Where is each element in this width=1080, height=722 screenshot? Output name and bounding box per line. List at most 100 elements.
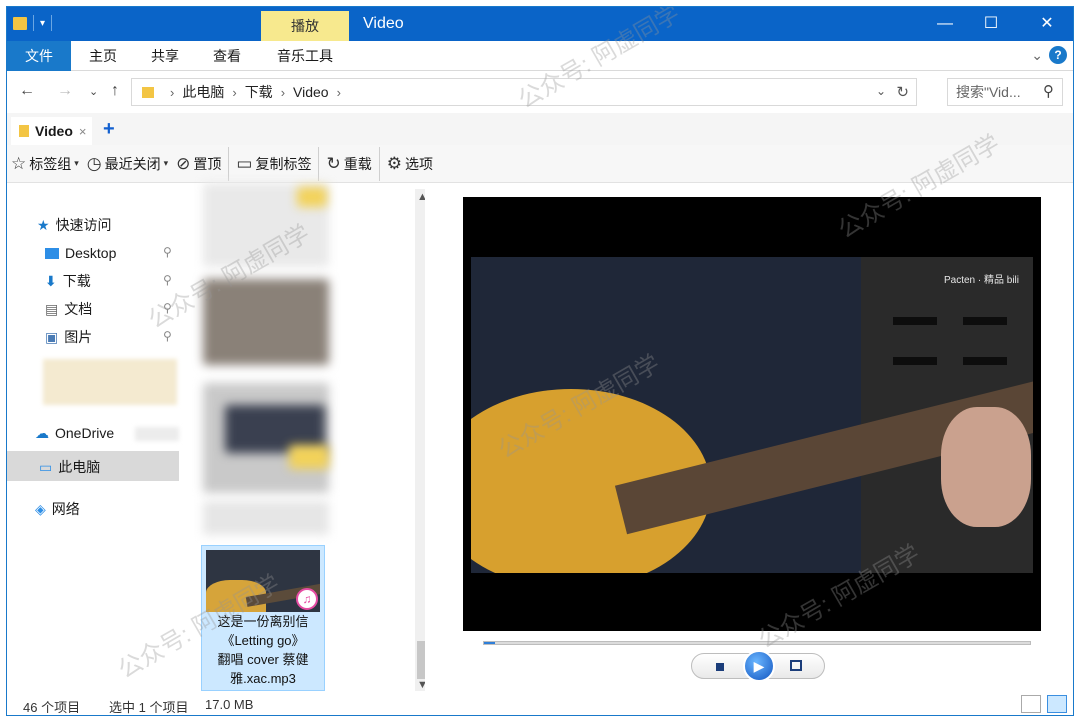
video-player[interactable]: Pacten · 精品 bili <box>463 197 1041 631</box>
file-thumbnail: ♫ <box>206 550 320 612</box>
pin-icon[interactable]: ⚲ <box>163 273 172 287</box>
forward-icon[interactable]: → <box>57 82 73 100</box>
file-item-selected[interactable]: ♫ 这是一份离别信 《Letting go》 翻唱 cover 蔡健 雅.xac… <box>201 545 325 691</box>
selection-size: 17.0 MB <box>205 697 254 712</box>
folder-icon <box>142 86 154 98</box>
nav-onedrive[interactable]: ☁ OneDrive <box>35 419 114 447</box>
nav-network[interactable]: ◈ 网络 <box>35 495 80 523</box>
pin-tab-button[interactable]: ⊘ 置顶 <box>172 145 225 183</box>
tab-file[interactable]: 文件 <box>7 41 71 71</box>
duplicate-tab-button[interactable]: ▭ 复制标签 <box>232 145 315 183</box>
chevron-down-icon[interactable]: ⌄ <box>876 84 886 98</box>
recently-closed-button[interactable]: ◷ 最近关闭 ▾ <box>83 145 172 183</box>
tab-play-context[interactable]: 播放 <box>261 11 349 41</box>
large-icons-view-icon[interactable] <box>1047 695 1067 713</box>
address-bar[interactable]: › 此电脑 › 下载 › Video › ⌄ ↻ <box>131 78 917 106</box>
folder-icon[interactable] <box>13 16 27 30</box>
tab-share[interactable]: 共享 <box>137 41 193 71</box>
item-count: 46 个项目 <box>23 700 81 715</box>
stop-icon[interactable] <box>716 663 724 671</box>
tab-label: Video <box>35 123 73 139</box>
pin-icon[interactable]: ⚲ <box>163 329 172 343</box>
breadcrumb-separator-icon[interactable]: › <box>281 85 285 100</box>
playback-controls: ▶ <box>691 650 825 682</box>
blurred-nav-items <box>43 359 177 405</box>
tab-home[interactable]: 主页 <box>75 41 131 71</box>
breadcrumb-this-pc[interactable]: 此电脑 <box>182 82 224 102</box>
nav-label: 此电脑 <box>58 459 101 475</box>
wall-slot <box>893 317 937 325</box>
tab-view[interactable]: 查看 <box>199 41 255 71</box>
up-icon[interactable]: ↑ <box>111 82 119 100</box>
nav-label: 图片 <box>64 329 93 345</box>
quick-access-toolbar: ▾ <box>13 15 53 31</box>
close-button[interactable]: ✕ <box>1019 7 1073 41</box>
chevron-down-icon: ▾ <box>163 158 169 168</box>
file-list: ♫ 这是一份离别信 《Letting go》 翻唱 cover 蔡健 雅.xac… <box>185 183 433 693</box>
details-view-icon[interactable] <box>1021 695 1041 713</box>
nav-pictures[interactable]: ▣ 图片 <box>45 323 92 351</box>
reload-icon: ↻ <box>326 153 341 173</box>
customize-toolbar-icon[interactable]: ▾ <box>40 18 45 29</box>
music-note-icon: ♫ <box>296 588 318 610</box>
pin-icon[interactable]: ⚲ <box>163 301 172 315</box>
play-button[interactable]: ▶ <box>743 650 775 682</box>
search-input[interactable]: 搜索"Vid... ⚲ <box>947 78 1063 106</box>
close-tab-icon[interactable]: × <box>79 124 87 139</box>
nav-label: 下载 <box>62 273 91 289</box>
nav-label: Desktop <box>65 245 117 261</box>
add-tab-icon[interactable]: + <box>103 119 115 139</box>
nav-label: 快速访问 <box>55 217 112 233</box>
explorer-window: ▾ 播放 Video — ☐ ✕ 文件 主页 共享 查看 音乐工具 ⌄ ? ← … <box>6 6 1074 716</box>
clock-icon: ◷ <box>86 153 102 173</box>
reload-button[interactable]: ↻ 重载 <box>322 145 375 183</box>
divider <box>228 146 230 181</box>
file-name: 这是一份离别信 《Letting go》 翻唱 cover 蔡健 雅.xac.m… <box>202 612 324 688</box>
file-name-line: 翻唱 cover 蔡健 <box>217 652 309 667</box>
chevron-down-icon: ▾ <box>74 158 79 168</box>
divider <box>378 146 380 181</box>
title-bar: ▾ 播放 Video — ☐ ✕ <box>7 7 1073 41</box>
nav-quick-access[interactable]: ★ 快速访问 <box>37 211 112 239</box>
nav-downloads[interactable]: ⬇ 下载 <box>45 267 91 295</box>
pictures-icon: ▣ <box>45 329 59 345</box>
tab-groups-button[interactable]: ☆ 标签组 ▾ <box>7 145 83 183</box>
pin-icon: ⊘ <box>176 153 191 173</box>
options-label: 选项 <box>404 155 433 172</box>
help-icon[interactable]: ? <box>1049 46 1067 64</box>
nav-label: 文档 <box>64 301 93 317</box>
refresh-icon[interactable]: ↻ <box>896 83 909 101</box>
file-name-line: 这是一份离别信 <box>217 614 309 629</box>
seek-bar[interactable] <box>483 641 1031 645</box>
tab-music-tools[interactable]: 音乐工具 <box>263 41 347 71</box>
breadcrumb-video[interactable]: Video <box>293 84 329 100</box>
file-thumbnail[interactable] <box>203 501 329 535</box>
fullscreen-icon[interactable] <box>790 660 802 671</box>
recent-locations-icon[interactable]: ⌄ <box>89 85 98 98</box>
breadcrumb-separator-icon[interactable]: › <box>232 85 236 100</box>
network-icon: ◈ <box>35 501 46 517</box>
preview-pane: Pacten · 精品 bili ▶ <box>425 183 1073 691</box>
pin-icon[interactable]: ⚲ <box>163 245 172 259</box>
divider <box>51 15 53 31</box>
file-thumbnail[interactable] <box>203 279 329 365</box>
search-icon[interactable]: ⚲ <box>1043 79 1054 105</box>
qttabbar-toolbar: ☆ 标签组 ▾ ◷ 最近关闭 ▾ ⊘ 置顶 ▭ 复制标签 ↻ 重载 ⚙ 选项 <box>7 145 1073 183</box>
maximize-button[interactable]: ☐ <box>963 7 1019 41</box>
ribbon-tabs: 文件 主页 共享 查看 音乐工具 ⌄ ? <box>7 41 1073 71</box>
navigation-pane: ★ 快速访问 Desktop ⚲ ⬇ 下载 ⚲ ▤ 文档 ⚲ ▣ 图片 ⚲ ☁ … <box>7 183 185 691</box>
tab-video[interactable]: Video × <box>11 117 93 145</box>
nav-this-pc[interactable]: ▭ 此电脑 <box>39 453 100 481</box>
duplicate-icon: ▭ <box>236 153 253 173</box>
expand-ribbon-icon[interactable]: ⌄ <box>1031 47 1043 64</box>
search-placeholder: 搜索"Vid... <box>956 84 1021 100</box>
hand-shape <box>941 407 1031 527</box>
breadcrumb-separator-icon[interactable]: › <box>337 85 341 100</box>
nav-documents[interactable]: ▤ 文档 <box>45 295 92 323</box>
breadcrumb-separator-icon[interactable]: › <box>170 85 174 100</box>
nav-desktop[interactable]: Desktop <box>45 239 116 267</box>
breadcrumb-downloads[interactable]: 下载 <box>245 82 273 102</box>
options-button[interactable]: ⚙ 选项 <box>383 145 437 183</box>
back-icon[interactable]: ← <box>19 82 35 100</box>
cloud-icon: ☁ <box>35 425 49 441</box>
